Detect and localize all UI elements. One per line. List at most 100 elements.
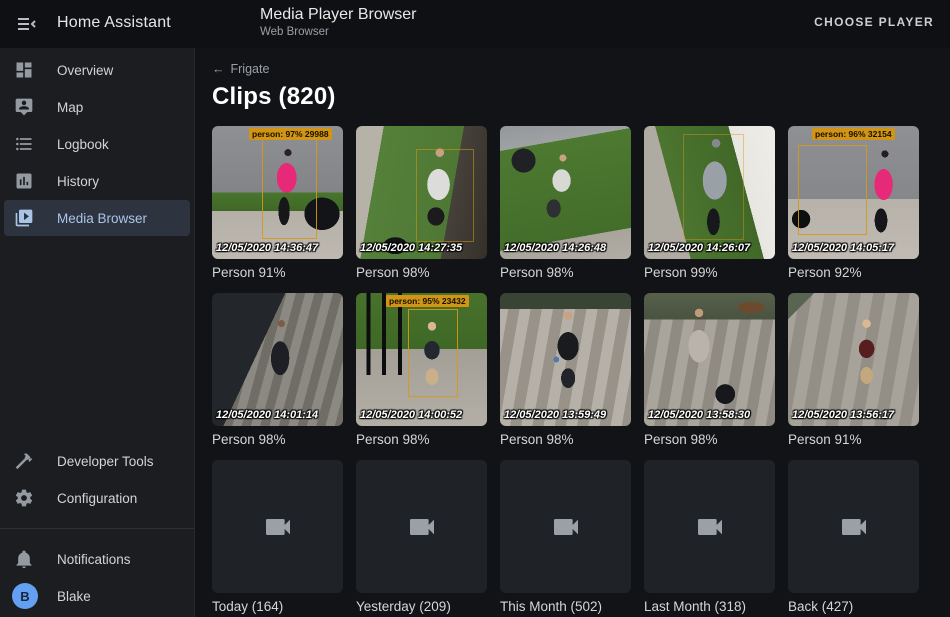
folder-thumbnail	[788, 460, 919, 593]
video-camera-icon	[543, 511, 589, 543]
page-subtitle: Web Browser	[260, 26, 417, 38]
app-title: Home Assistant	[57, 14, 171, 32]
detection-bbox	[683, 134, 743, 240]
sidebar-item-logbook[interactable]: Logbook	[4, 126, 190, 162]
sidebar-item-label: Media Browser	[57, 211, 147, 226]
clip-timestamp: 12/05/2020 14:27:35	[360, 242, 462, 254]
folder-caption: Last Month (318)	[644, 599, 775, 617]
detection-bbox	[262, 138, 317, 239]
clip-timestamp: 12/05/2020 14:00:52	[360, 409, 462, 421]
clip-timestamp: 12/05/2020 14:05:17	[792, 242, 894, 254]
sidebar-item-label: Overview	[57, 63, 113, 78]
clip-caption: Person 91%	[788, 432, 919, 451]
sidebar-item-notifications[interactable]: Notifications	[4, 541, 190, 577]
detection-label: person: 95% 23432	[386, 295, 469, 307]
page-title-block: Media Player Browser Web Browser	[260, 6, 417, 38]
clip-thumbnail: 12/05/2020 14:01:14	[212, 293, 343, 426]
folder-caption: Today (164)	[212, 599, 343, 617]
hammer-icon	[14, 451, 34, 471]
clip-thumbnail: 12/05/2020 13:56:17	[788, 293, 919, 426]
clip-thumbnail: 12/05/2020 13:58:30	[644, 293, 775, 426]
folder-thumbnail	[644, 460, 775, 593]
back-arrow-icon: ←	[212, 62, 225, 76]
clip-timestamp: 12/05/2020 14:36:47	[216, 242, 318, 254]
folder-card-yesterday[interactable]: Yesterday (209)	[356, 460, 487, 617]
sidebar-nav: Overview Map Logbook History Media Brows…	[0, 48, 194, 236]
format-list-bulleted-icon	[14, 134, 34, 154]
clip-thumbnail: 12/05/2020 13:59:49	[500, 293, 631, 426]
folder-card-back[interactable]: Back (427)	[788, 460, 919, 617]
detection-bbox	[408, 309, 458, 397]
page-title: Media Player Browser	[260, 6, 417, 24]
folder-caption: Back (427)	[788, 599, 919, 617]
page-heading: Clips (820)	[212, 83, 950, 111]
clip-thumbnail: 12/05/2020 14:27:35	[356, 126, 487, 259]
video-camera-icon	[687, 511, 733, 543]
sidebar-toggle-button[interactable]	[14, 12, 38, 36]
clip-thumbnail: 12/05/2020 14:26:07	[644, 126, 775, 259]
sidebar-item-label: Map	[57, 100, 83, 115]
cog-icon	[14, 488, 34, 508]
clip-timestamp: 12/05/2020 13:56:17	[792, 409, 894, 421]
sidebar-item-media-browser[interactable]: Media Browser	[4, 200, 190, 236]
clip-thumbnail: person: 95% 23432 12/05/2020 14:00:52	[356, 293, 487, 426]
clip-timestamp: 12/05/2020 14:26:07	[648, 242, 750, 254]
clip-card[interactable]: 12/05/2020 14:26:48 Person 98%	[500, 126, 631, 284]
clip-caption: Person 98%	[356, 265, 487, 284]
folder-card-today[interactable]: Today (164)	[212, 460, 343, 617]
sidebar-item-configuration[interactable]: Configuration	[4, 480, 190, 516]
sidebar-divider	[0, 528, 194, 529]
clip-timestamp: 12/05/2020 14:01:14	[216, 409, 318, 421]
clip-caption: Person 98%	[356, 432, 487, 451]
view-dashboard-icon	[14, 60, 34, 80]
clip-caption: Person 92%	[788, 265, 919, 284]
clip-card[interactable]: person: 97% 29988 12/05/2020 14:36:47 Pe…	[212, 126, 343, 284]
clip-card[interactable]: person: 96% 32154 12/05/2020 14:05:17 Pe…	[788, 126, 919, 284]
sidebar-item-label: Blake	[57, 589, 91, 604]
sidebar-item-history[interactable]: History	[4, 163, 190, 199]
clip-caption: Person 99%	[644, 265, 775, 284]
breadcrumb-label: Frigate	[231, 62, 270, 76]
clips-grid: person: 97% 29988 12/05/2020 14:36:47 Pe…	[212, 126, 950, 617]
clip-thumbnail: person: 96% 32154 12/05/2020 14:05:17	[788, 126, 919, 259]
sidebar-item-label: Configuration	[57, 491, 137, 506]
choose-player-button[interactable]: CHOOSE PLAYER	[814, 15, 934, 29]
video-camera-icon	[831, 511, 877, 543]
sidebar-item-overview[interactable]: Overview	[4, 52, 190, 88]
detection-bbox	[798, 145, 866, 235]
clip-card[interactable]: 12/05/2020 13:58:30 Person 98%	[644, 293, 775, 451]
clip-card[interactable]: 12/05/2020 14:26:07 Person 99%	[644, 126, 775, 284]
detection-label: person: 96% 32154	[812, 128, 895, 140]
sidebar-item-profile[interactable]: B Blake	[4, 578, 190, 614]
folder-thumbnail	[500, 460, 631, 593]
clip-thumbnail: person: 97% 29988 12/05/2020 14:36:47	[212, 126, 343, 259]
folder-card-this-month[interactable]: This Month (502)	[500, 460, 631, 617]
chart-box-icon	[14, 171, 34, 191]
folder-thumbnail	[356, 460, 487, 593]
folder-caption: This Month (502)	[500, 599, 631, 617]
clip-card[interactable]: 12/05/2020 13:56:17 Person 91%	[788, 293, 919, 451]
clip-card[interactable]: 12/05/2020 14:01:14 Person 98%	[212, 293, 343, 451]
video-camera-icon	[399, 511, 445, 543]
clip-caption: Person 98%	[644, 432, 775, 451]
clip-thumbnail: 12/05/2020 14:26:48	[500, 126, 631, 259]
clip-caption: Person 98%	[500, 265, 631, 284]
clip-timestamp: 12/05/2020 13:58:30	[648, 409, 750, 421]
breadcrumb-back[interactable]: ← Frigate	[212, 62, 269, 76]
sidebar-item-map[interactable]: Map	[4, 89, 190, 125]
sidebar-item-label: Notifications	[57, 552, 131, 567]
sidebar-toggle-icon	[14, 12, 38, 36]
clip-card[interactable]: person: 95% 23432 12/05/2020 14:00:52 Pe…	[356, 293, 487, 451]
bell-icon	[14, 549, 34, 569]
tooltip-account-icon	[14, 97, 34, 117]
clip-card[interactable]: 12/05/2020 13:59:49 Person 98%	[500, 293, 631, 451]
play-box-multiple-icon	[14, 208, 34, 228]
sidebar-bottom: Developer Tools Configuration Notificati…	[0, 442, 194, 615]
home-assistant-app: Home Assistant Media Player Browser Web …	[0, 0, 950, 617]
clip-card[interactable]: 12/05/2020 14:27:35 Person 98%	[356, 126, 487, 284]
sidebar-item-developer-tools[interactable]: Developer Tools	[4, 443, 190, 479]
folder-caption: Yesterday (209)	[356, 599, 487, 617]
folder-card-last-month[interactable]: Last Month (318)	[644, 460, 775, 617]
top-app-bar: Home Assistant Media Player Browser Web …	[0, 0, 950, 48]
clip-caption: Person 91%	[212, 265, 343, 284]
